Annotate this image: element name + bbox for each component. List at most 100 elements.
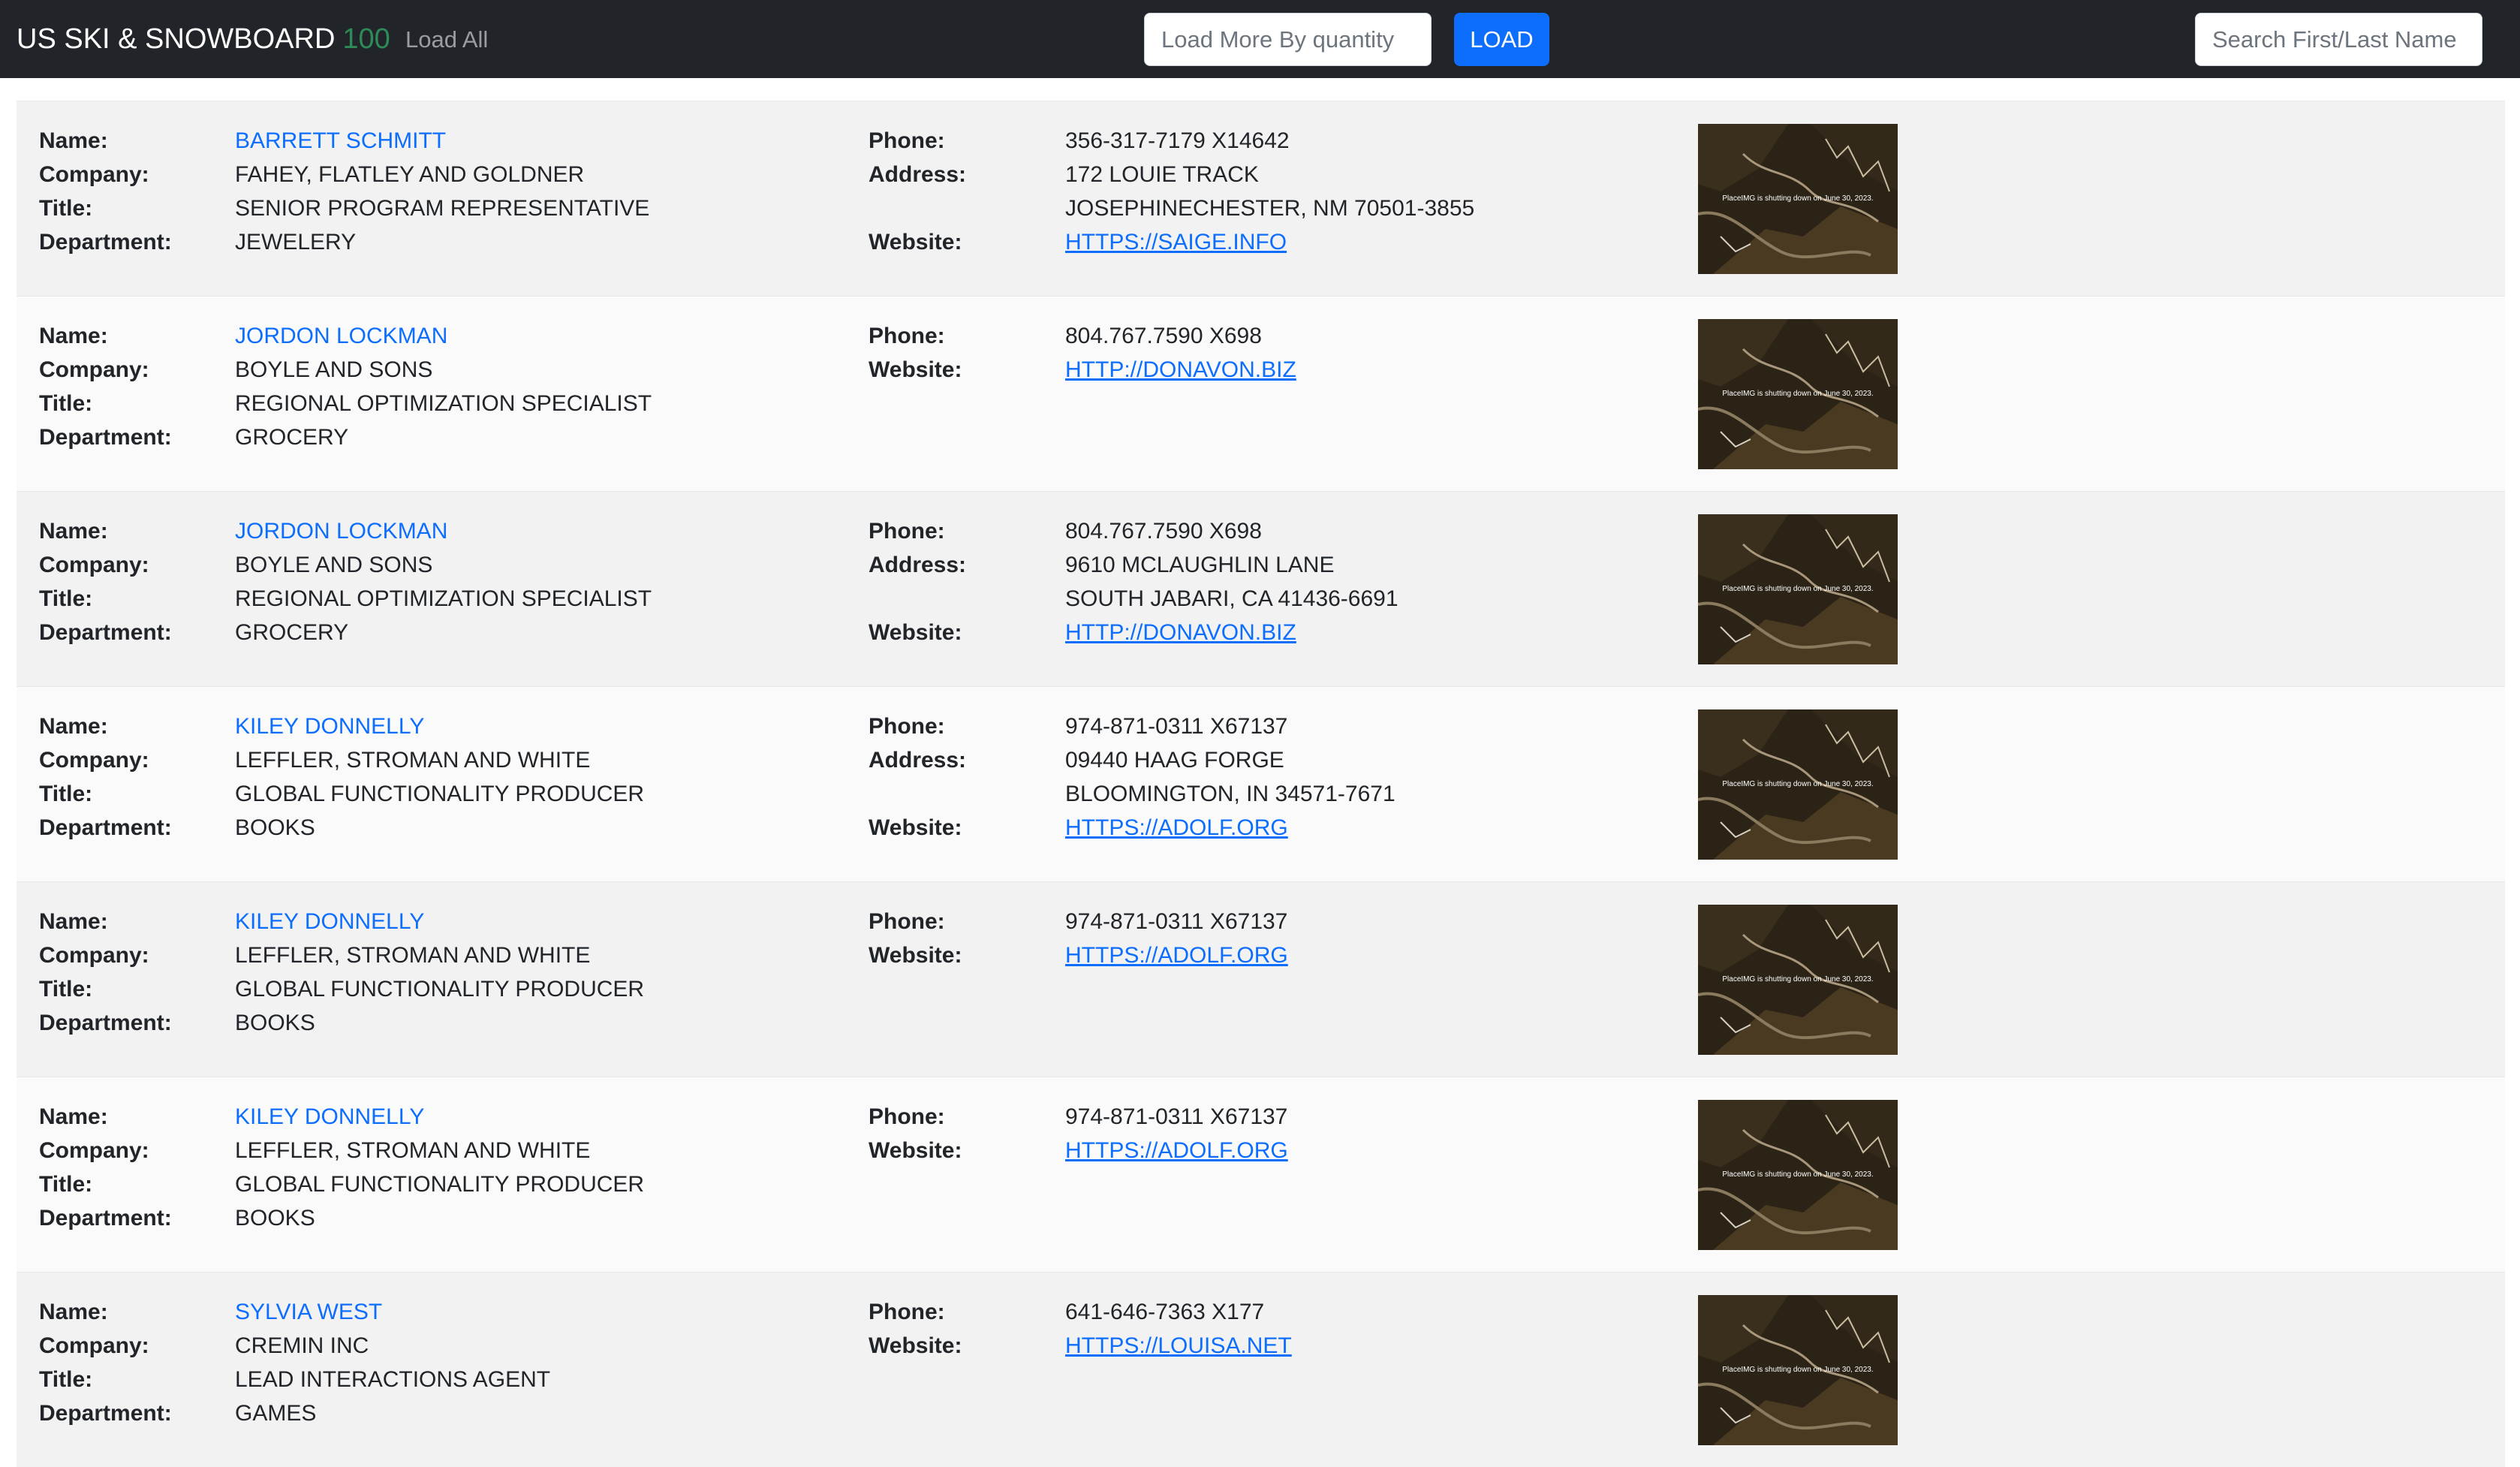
company-value: CREMIN INC xyxy=(235,1333,369,1358)
phone-label: Phone: xyxy=(869,714,945,739)
website-label: Website: xyxy=(869,620,962,645)
website-label: Website: xyxy=(869,357,962,382)
website-link[interactable]: HTTP://DONAVON.BIZ xyxy=(1065,616,1296,649)
name-label: Name: xyxy=(39,714,108,739)
brand-text: US SKI & SNOWBOARD xyxy=(17,23,336,55)
phone-value: 804.767.7590 X698 xyxy=(1065,519,1262,544)
department-value: BOOKS xyxy=(235,1011,315,1035)
name-label: Name: xyxy=(39,1104,108,1129)
title-value: REGIONAL OPTIMIZATION SPECIALIST xyxy=(235,391,652,416)
company-label: Company: xyxy=(39,162,149,187)
contact-name-link[interactable]: JORDON LOCKMAN xyxy=(235,514,447,548)
company-label: Company: xyxy=(39,748,149,773)
department-label: Department: xyxy=(39,230,172,255)
phone-value: 974-871-0311 X67137 xyxy=(1065,1104,1288,1129)
company-label: Company: xyxy=(39,553,149,577)
department-value: GROCERY xyxy=(235,620,349,645)
department-label: Department: xyxy=(39,815,172,840)
website-label: Website: xyxy=(869,815,962,840)
profile-image: PlaceIMG is shutting down on June 30, 20… xyxy=(1698,709,1898,860)
contact-name-link[interactable]: JORDON LOCKMAN xyxy=(235,319,447,353)
website-link[interactable]: HTTPS://LOUISA.NET xyxy=(1065,1329,1292,1363)
record-row: Name: KILEY DONNELLY Company: LEFFLER, STRO… xyxy=(17,1077,2505,1272)
company-value: LEFFLER, STROMAN AND WHITE xyxy=(235,943,591,968)
contact-name-link[interactable]: SYLVIA WEST xyxy=(235,1295,382,1329)
website-link[interactable]: HTTPS://ADOLF.ORG xyxy=(1065,938,1288,972)
title-label: Title: xyxy=(39,977,93,1002)
department-value: BOOKS xyxy=(235,815,315,840)
company-value: LEFFLER, STROMAN AND WHITE xyxy=(235,1138,591,1163)
contact-name-link[interactable]: KILEY DONNELLY xyxy=(235,709,424,743)
load-quantity-input[interactable] xyxy=(1144,13,1432,66)
phone-value: 804.767.7590 X698 xyxy=(1065,324,1262,348)
record-row: Name: JORDON LOCKMAN Company: BOYLE AND SON… xyxy=(17,491,2505,686)
department-value: BOOKS xyxy=(235,1206,315,1231)
title-label: Title: xyxy=(39,196,93,221)
department-label: Department: xyxy=(39,425,172,450)
contact-name-link[interactable]: BARRETT SCHMITT xyxy=(235,124,446,158)
address-line1: 172 LOUIE TRACK xyxy=(1065,162,1259,187)
company-value: LEFFLER, STROMAN AND WHITE xyxy=(235,748,591,773)
name-label: Name: xyxy=(39,324,108,348)
load-all-link[interactable]: Load All xyxy=(405,26,488,54)
address-line2: BLOOMINGTON, IN 34571-7671 xyxy=(1065,782,1395,806)
website-link[interactable]: HTTPS://ADOLF.ORG xyxy=(1065,1134,1288,1167)
phone-label: Phone: xyxy=(869,324,945,348)
profile-image: PlaceIMG is shutting down on June 30, 20… xyxy=(1698,905,1898,1055)
brand-title[interactable]: US SKI & SNOWBOARD 100 xyxy=(17,21,390,57)
phone-value: 356-317-7179 X14642 xyxy=(1065,128,1290,153)
image-caption: PlaceIMG is shutting down on June 30, 20… xyxy=(1722,780,1874,788)
title-label: Title: xyxy=(39,1367,93,1392)
record-row: Name: KILEY DONNELLY Company: LEFFLER, STRO… xyxy=(17,881,2505,1077)
department-value: GAMES xyxy=(235,1401,317,1426)
department-value: JEWELERY xyxy=(235,230,357,255)
company-label: Company: xyxy=(39,1138,149,1163)
address-line2: SOUTH JABARI, CA 41436-6691 xyxy=(1065,586,1398,611)
address-label: Address: xyxy=(869,748,967,773)
phone-value: 641-646-7363 X177 xyxy=(1065,1300,1265,1324)
title-value: REGIONAL OPTIMIZATION SPECIALIST xyxy=(235,586,652,611)
record-row: Name: BARRETT SCHMITT Company: FAHEY, FLATL… xyxy=(17,101,2505,296)
contact-name-link[interactable]: KILEY DONNELLY xyxy=(235,905,424,938)
phone-value: 974-871-0311 X67137 xyxy=(1065,714,1288,739)
website-label: Website: xyxy=(869,1138,962,1163)
title-value: GLOBAL FUNCTIONALITY PRODUCER xyxy=(235,1172,645,1197)
website-label: Website: xyxy=(869,943,962,968)
title-value: GLOBAL FUNCTIONALITY PRODUCER xyxy=(235,977,645,1002)
record-list: Name: BARRETT SCHMITT Company: FAHEY, FLATL… xyxy=(17,101,2505,1467)
brand-count: 100 xyxy=(342,23,390,55)
title-value: SENIOR PROGRAM REPRESENTATIVE xyxy=(235,196,650,221)
load-button[interactable]: LOAD xyxy=(1454,13,1549,66)
website-link[interactable]: HTTPS://ADOLF.ORG xyxy=(1065,811,1288,845)
profile-image: PlaceIMG is shutting down on June 30, 20… xyxy=(1698,1100,1898,1250)
name-label: Name: xyxy=(39,128,108,153)
website-link[interactable]: HTTP://DONAVON.BIZ xyxy=(1065,353,1296,387)
website-label: Website: xyxy=(869,1333,962,1358)
title-value: LEAD INTERACTIONS AGENT xyxy=(235,1367,551,1392)
image-caption: PlaceIMG is shutting down on June 30, 20… xyxy=(1722,1170,1874,1179)
address-line1: 9610 MCLAUGHLIN LANE xyxy=(1065,553,1335,577)
department-label: Department: xyxy=(39,620,172,645)
phone-value: 974-871-0311 X67137 xyxy=(1065,909,1288,934)
record-row: Name: SYLVIA WEST Company: CREMIN INC Title:… xyxy=(17,1272,2505,1467)
title-label: Title: xyxy=(39,1172,93,1197)
search-name-input[interactable] xyxy=(2195,13,2482,66)
phone-label: Phone: xyxy=(869,1300,945,1324)
website-link[interactable]: HTTPS://SAIGE.INFO xyxy=(1065,225,1287,259)
department-label: Department: xyxy=(39,1011,172,1035)
image-caption: PlaceIMG is shutting down on June 30, 20… xyxy=(1722,975,1874,984)
profile-image: PlaceIMG is shutting down on June 30, 20… xyxy=(1698,514,1898,664)
address-label: Address: xyxy=(869,553,967,577)
top-navbar: US SKI & SNOWBOARD 100 Load All LOAD xyxy=(0,0,2520,78)
address-line1: 09440 HAAG FORGE xyxy=(1065,748,1284,773)
department-value: GROCERY xyxy=(235,425,349,450)
company-label: Company: xyxy=(39,1333,149,1358)
image-caption: PlaceIMG is shutting down on June 30, 20… xyxy=(1722,194,1874,203)
image-caption: PlaceIMG is shutting down on June 30, 20… xyxy=(1722,1366,1874,1374)
company-value: BOYLE AND SONS xyxy=(235,357,433,382)
contact-name-link[interactable]: KILEY DONNELLY xyxy=(235,1100,424,1134)
department-label: Department: xyxy=(39,1401,172,1426)
image-caption: PlaceIMG is shutting down on June 30, 20… xyxy=(1722,585,1874,593)
profile-image: PlaceIMG is shutting down on June 30, 20… xyxy=(1698,319,1898,469)
phone-label: Phone: xyxy=(869,1104,945,1129)
